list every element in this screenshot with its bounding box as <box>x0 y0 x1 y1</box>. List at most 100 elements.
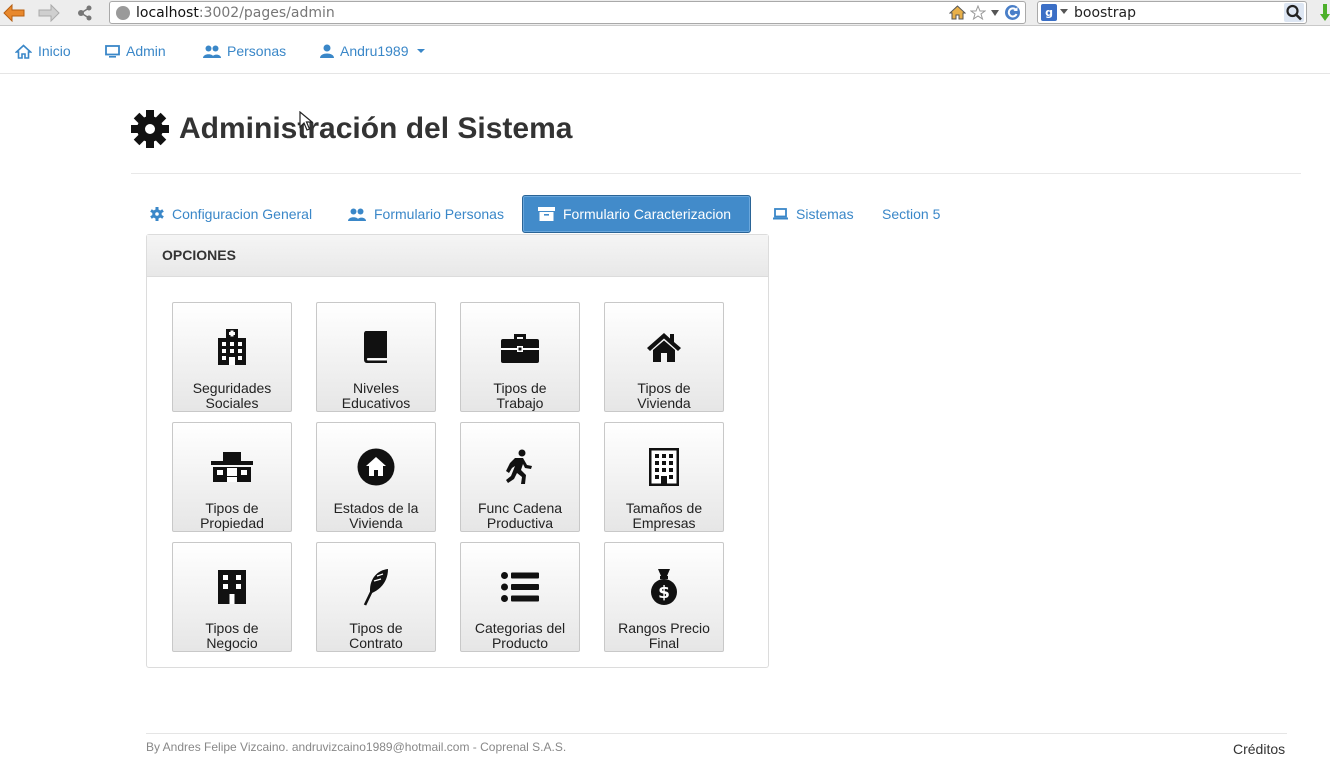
tile-tipos-de-negocio[interactable]: Tipos de Negocio <box>172 542 292 652</box>
chevron-down-icon[interactable] <box>1060 9 1068 14</box>
tile-label-line1: Tamaños de <box>625 500 703 516</box>
users-icon <box>203 45 221 58</box>
nav-personas-label: Personas <box>227 43 287 59</box>
header-divider <box>131 173 1301 174</box>
tile-label-line2: Negocio <box>206 635 258 651</box>
nav-inicio[interactable]: Inicio <box>15 43 71 59</box>
gear-icon <box>131 110 169 148</box>
tile-tipos-de-trabajo[interactable]: Tipos de Trabajo <box>460 302 580 412</box>
home-icon <box>15 43 32 59</box>
url-bar[interactable]: localhost:3002/pages/admin <box>109 1 1026 24</box>
tile-label-line2: Producto <box>491 635 549 651</box>
tile-label-line2: Empresas <box>632 515 696 531</box>
page-header: Administración del Sistema <box>131 110 572 148</box>
reload-icon[interactable] <box>1004 4 1021 21</box>
running-man-icon <box>506 449 532 484</box>
search-value: boostrap <box>1074 4 1137 21</box>
tile-niveles-educativos[interactable]: Niveles Educativos <box>316 302 436 412</box>
building-store-icon <box>211 452 253 482</box>
nav-inicio-label: Inicio <box>38 43 71 59</box>
tile-func-cadena-productiva[interactable]: Func Cadena Productiva <box>460 422 580 532</box>
url-path: :3002/pages/admin <box>198 4 335 21</box>
opciones-panel: OPCIONES Seguridades Sociales Niveles Educ… <box>146 234 769 668</box>
feather-icon <box>363 569 388 606</box>
chevron-down-icon <box>416 49 425 53</box>
browser-search-input[interactable]: g boostrap <box>1037 1 1307 24</box>
nav-admin-label: Admin <box>126 43 166 59</box>
back-arrow-icon[interactable] <box>2 2 26 24</box>
tile-tamanos-de-empresas[interactable]: Tamaños de Empresas <box>604 422 724 532</box>
globe-icon <box>116 6 130 20</box>
tile-label-line1: Rangos Precio <box>618 620 710 636</box>
footer-credits-link[interactable]: Créditos <box>1233 741 1285 757</box>
tab-configuracion-general[interactable]: Configuracion General <box>148 195 314 233</box>
archive-icon <box>538 207 555 221</box>
forward-arrow-icon[interactable] <box>37 2 61 24</box>
tab-label: Section 5 <box>882 206 941 222</box>
tile-label-line1: Tipos de <box>349 620 403 636</box>
url-host: localhost <box>136 4 199 21</box>
laptop-icon <box>773 208 788 220</box>
tab-label: Formulario Caracterizacion <box>563 206 732 222</box>
tile-label-line1: Estados de la <box>333 500 419 516</box>
tile-tipos-de-contrato[interactable]: Tipos de Contrato <box>316 542 436 652</box>
tile-tipos-de-vivienda[interactable]: Tipos de Vivienda <box>604 302 724 412</box>
footer-text: By Andres Felipe Vizcaino. andruvizcaino… <box>146 740 567 754</box>
tile-label-line1: Tipos de <box>493 380 547 396</box>
dropdown-arrow-icon[interactable] <box>990 9 1000 17</box>
tile-label-line1: Tipos de <box>205 620 259 636</box>
app-navbar: Inicio Admin Personas Andru1989 <box>0 27 1330 74</box>
money-bag-icon: $ <box>651 569 677 605</box>
tile-label-line1: Func Cadena <box>477 500 563 516</box>
monitor-icon <box>105 44 120 58</box>
nav-user-menu[interactable]: Andru1989 <box>320 43 425 59</box>
tile-label-line2: Trabajo <box>496 395 544 411</box>
tile-label-line1: Tipos de <box>637 380 691 396</box>
download-icon[interactable] <box>1320 4 1330 22</box>
tile-label-line2: Contrato <box>349 635 403 651</box>
user-icon <box>320 44 334 58</box>
panel-heading: OPCIONES <box>147 235 768 277</box>
tile-label-line1: Niveles <box>353 380 399 396</box>
tab-formulario-personas[interactable]: Formulario Personas <box>346 195 506 233</box>
briefcase-icon <box>501 334 539 363</box>
tab-label: Sistemas <box>796 206 854 222</box>
mouse-cursor-icon <box>299 111 313 131</box>
svg-text:$: $ <box>658 583 670 603</box>
tile-tipos-de-propiedad[interactable]: Tipos de Propiedad <box>172 422 292 532</box>
tile-seguridades-sociales[interactable]: Seguridades Sociales <box>172 302 292 412</box>
page-title: Administración del Sistema <box>179 112 573 145</box>
hospital-icon <box>218 329 246 365</box>
tile-label-line2: Productiva <box>486 515 554 531</box>
tile-label-line2: Vivienda <box>637 395 691 411</box>
tile-rangos-precio-final[interactable]: $ Rangos Precio Final <box>604 542 724 652</box>
gear-icon <box>150 207 164 221</box>
tab-label: Configuracion General <box>172 206 313 222</box>
tile-label-line2: Vivienda <box>349 515 403 531</box>
tile-estados-de-la-vivienda[interactable]: Estados de la Vivienda <box>316 422 436 532</box>
search-icon[interactable] <box>1284 3 1304 22</box>
home-icon[interactable] <box>949 5 966 20</box>
nav-admin[interactable]: Admin <box>105 43 166 59</box>
star-icon[interactable] <box>970 5 986 20</box>
nav-personas[interactable]: Personas <box>203 43 286 59</box>
tile-categorias-del-producto[interactable]: Categorias del Producto <box>460 542 580 652</box>
tab-section-5[interactable]: Section 5 <box>880 195 942 233</box>
house-icon <box>647 333 681 362</box>
tab-formulario-caracterizacion[interactable]: Formulario Caracterizacion <box>522 195 751 233</box>
tile-label-line1: Categorias del <box>474 620 566 636</box>
share-icon[interactable] <box>73 2 97 24</box>
list-icon <box>501 572 539 602</box>
tile-label-line1: Seguridades <box>192 380 272 396</box>
tile-label-line2: Propiedad <box>200 515 264 531</box>
tab-label: Formulario Personas <box>374 206 504 222</box>
nav-user-label: Andru1989 <box>340 43 409 59</box>
google-icon[interactable]: g <box>1041 4 1057 21</box>
footer-divider <box>146 733 1287 734</box>
tile-label-line1: Tipos de <box>205 500 259 516</box>
tile-label-line2: Educativos <box>341 395 411 411</box>
book-icon <box>364 331 387 363</box>
home-circle-icon <box>357 448 395 486</box>
tower-icon <box>218 570 246 604</box>
tab-sistemas[interactable]: Sistemas <box>771 195 856 233</box>
